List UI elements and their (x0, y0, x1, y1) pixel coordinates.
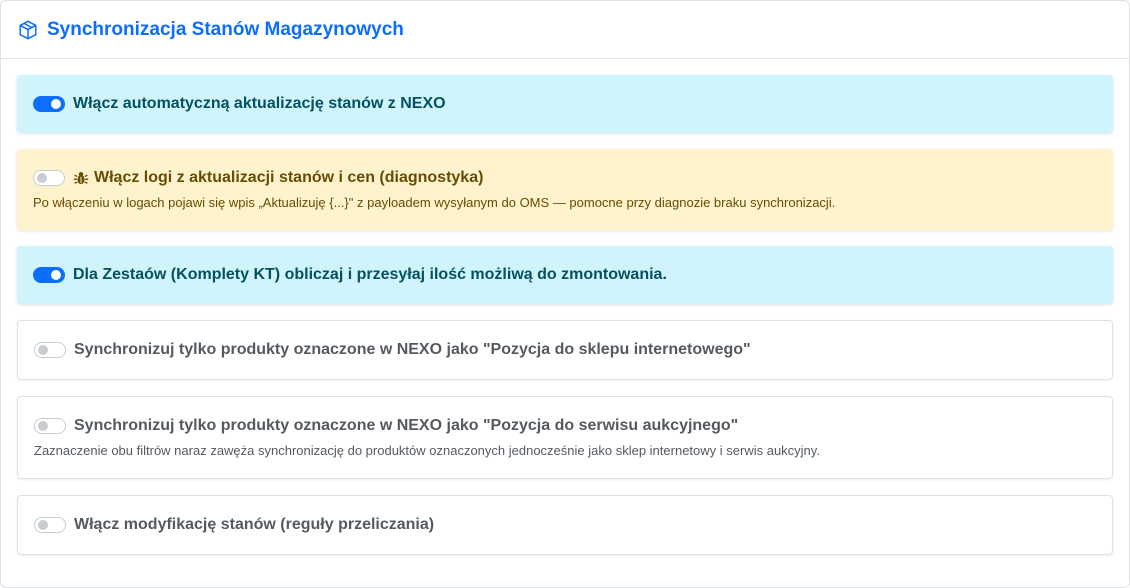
auto-update-label[interactable]: Włącz automatyczną aktualizację stanów z… (73, 95, 446, 113)
diagnostic-logs-help: Po włączeniu w logach pojawi się wpis „A… (33, 195, 836, 210)
toggle-knob (51, 270, 61, 280)
toggle-knob (38, 520, 48, 530)
diagnostic-logs-toggle[interactable] (33, 170, 65, 186)
option-auto-update: Włącz automatyczną aktualizację stanów z… (17, 75, 1113, 133)
bug-icon (73, 170, 89, 186)
kits-assembly-label[interactable]: Dla Zestaów (Komplety KT) obliczaj i prz… (73, 266, 667, 284)
option-filter-online-shop: Synchronizuj tylko produkty oznaczone w … (17, 320, 1113, 380)
option-kits-assembly: Dla Zestaów (Komplety KT) obliczaj i prz… (17, 246, 1113, 304)
option-diagnostic-logs: Włącz logi z aktualizacji stanów i cen (… (17, 149, 1113, 230)
stock-sync-card: Synchronizacja Stanów Magazynowych Włącz… (0, 0, 1130, 588)
filter-auction-service-help: Zaznaczenie obu filtrów naraz zawęża syn… (34, 443, 820, 458)
option-stock-modification: Włącz modyfikację stanów (reguły przelic… (17, 495, 1113, 555)
filter-online-shop-toggle[interactable] (34, 342, 66, 358)
filter-auction-service-toggle[interactable] (34, 418, 66, 434)
option-filter-auction-service: Synchronizuj tylko produkty oznaczone w … (17, 396, 1113, 479)
filter-online-shop-label[interactable]: Synchronizuj tylko produkty oznaczone w … (74, 341, 751, 359)
page-title: Synchronizacja Stanów Magazynowych (47, 18, 404, 40)
toggle-knob (51, 99, 61, 109)
kits-assembly-toggle[interactable] (33, 267, 65, 283)
auto-update-toggle[interactable] (33, 96, 65, 112)
toggle-knob (38, 421, 48, 431)
box-icon (17, 19, 39, 41)
diagnostic-logs-label[interactable]: Włącz logi z aktualizacji stanów i cen (… (94, 169, 483, 187)
toggle-knob (38, 345, 48, 355)
toggle-knob (37, 173, 47, 183)
options-list: Włącz automatyczną aktualizację stanów z… (1, 59, 1129, 555)
card-header: Synchronizacja Stanów Magazynowych (1, 1, 1129, 59)
filter-auction-service-label[interactable]: Synchronizuj tylko produkty oznaczone w … (74, 417, 738, 435)
stock-modification-toggle[interactable] (34, 517, 66, 533)
stock-modification-label[interactable]: Włącz modyfikację stanów (reguły przelic… (74, 516, 434, 534)
